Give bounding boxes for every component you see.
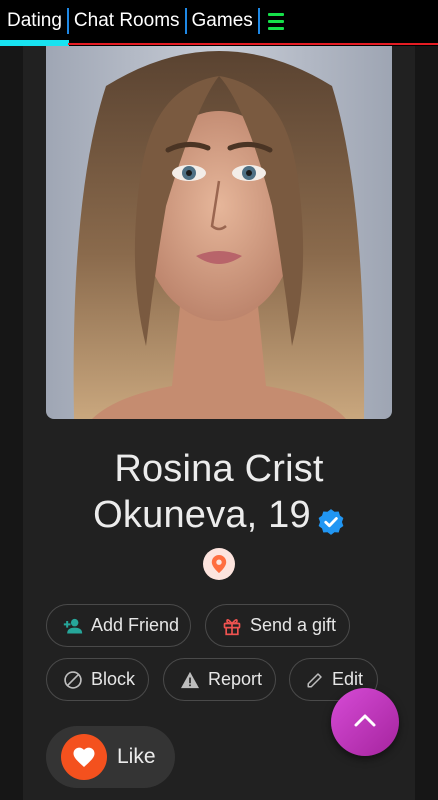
tab-dating[interactable]: Dating (0, 8, 69, 46)
name-line-1: Rosina Crist (114, 448, 324, 490)
profile-photo[interactable] (46, 46, 392, 419)
send-gift-label: Send a gift (250, 615, 337, 635)
left-gutter (0, 46, 23, 800)
block-button[interactable]: Block (46, 658, 149, 701)
heart-icon (61, 734, 107, 780)
tab-games[interactable]: Games (187, 8, 258, 34)
nav-tabs: Dating Chat Rooms Games (0, 0, 438, 46)
verified-badge-icon (317, 501, 345, 535)
block-label: Block (91, 669, 136, 689)
map-pin-icon[interactable] (203, 548, 235, 580)
like-button[interactable]: Like (46, 726, 175, 788)
name-line-2: Okuneva, 19 (93, 494, 311, 536)
tab-chat-rooms[interactable]: Chat Rooms (69, 8, 185, 34)
chevron-up-icon (353, 712, 377, 733)
add-friend-button[interactable]: Add Friend (46, 604, 191, 647)
nav-underline (68, 43, 438, 45)
add-friend-label: Add Friend (91, 615, 180, 635)
gift-icon (222, 616, 242, 636)
top-nav: Dating Chat Rooms Games (0, 0, 438, 46)
name-line-2-wrap: Okuneva, 19 (93, 492, 345, 538)
report-button[interactable]: Report (163, 658, 276, 701)
profile-card: Rosina Crist Okuneva, 19 Add Friend Send… (23, 46, 415, 800)
edit-label: Edit (332, 669, 364, 689)
block-icon (63, 670, 83, 690)
pencil-icon (306, 670, 324, 690)
send-gift-button[interactable]: Send a gift (205, 604, 350, 647)
scroll-top-button[interactable] (331, 688, 399, 756)
warning-icon (180, 670, 200, 690)
report-label: Report (208, 669, 263, 689)
person-add-icon (63, 616, 83, 636)
hamburger-icon[interactable] (260, 8, 290, 34)
right-gutter (415, 46, 438, 800)
like-label: Like (117, 745, 156, 768)
profile-name: Rosina Crist Okuneva, 19 (23, 446, 415, 538)
